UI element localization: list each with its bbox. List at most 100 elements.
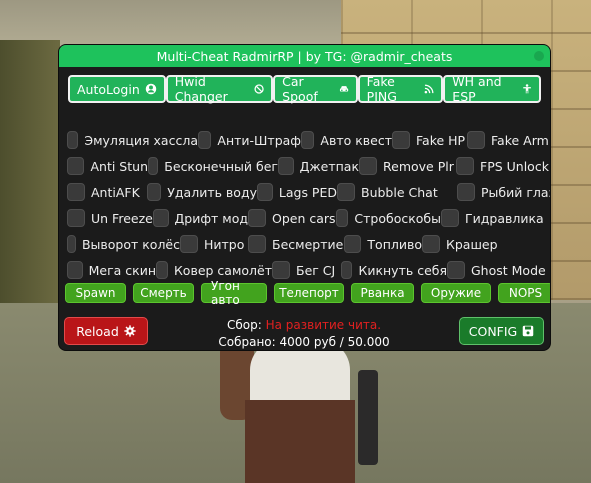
option-label: Бесконечный бег	[164, 158, 278, 174]
checkbox[interactable]	[153, 209, 169, 227]
nops-button[interactable]: NOPS	[498, 283, 550, 303]
checkbox[interactable]	[344, 235, 362, 253]
tab-wh-esp[interactable]: WH and ESP	[443, 74, 541, 104]
checkbox[interactable]	[198, 131, 212, 149]
user-circle-icon	[145, 83, 156, 95]
checkbox[interactable]	[341, 261, 353, 279]
options-row: AntiAFK Удалить воду Lags PED Bubble Cha…	[67, 183, 550, 201]
checkbox[interactable]	[447, 261, 465, 279]
checkbox[interactable]	[278, 157, 294, 175]
window-close-dot[interactable]	[534, 51, 544, 61]
checkbox[interactable]	[441, 209, 459, 227]
donation-goal: На развитие чита.	[265, 318, 382, 332]
checkbox[interactable]	[67, 261, 83, 279]
option-label: Нитро	[204, 236, 245, 252]
option-label: Эмуляция хассла	[84, 132, 198, 148]
teleport-button[interactable]: Телепорт	[274, 283, 344, 303]
option-auto-quest[interactable]: Авто квест	[301, 131, 392, 149]
character-pants	[245, 400, 355, 483]
option-label: Bubble Chat	[361, 184, 438, 200]
tab-hwid-changer[interactable]: Hwid Changer	[165, 74, 274, 104]
donation-collected: Собрано: 4000 руб / 50.000 руб	[218, 335, 390, 349]
options-row: Выворот колёс Нитро Бесмертие Топливо Кр…	[67, 235, 498, 253]
option-anti-fine[interactable]: Анти-Штраф	[198, 131, 301, 149]
death-button[interactable]: Смерть	[133, 283, 194, 303]
option-ghost-mode[interactable]: Ghost Mode	[447, 261, 546, 279]
checkbox[interactable]	[422, 235, 440, 253]
checkbox[interactable]	[67, 131, 79, 149]
option-cj-run[interactable]: Бег CJ	[272, 261, 341, 279]
window-title: Multi-Cheat RadmirRP | by TG: @radmir_ch…	[156, 48, 453, 64]
tab-car-spoof[interactable]: Car Spoof	[273, 74, 358, 104]
option-fisheye[interactable]: Рыбий глаз	[457, 183, 550, 201]
config-button[interactable]: CONFIG	[459, 317, 544, 345]
yank-button[interactable]: Рванка	[351, 283, 414, 303]
option-label: Анти-Штраф	[217, 132, 301, 148]
option-label: FPS Unlock	[480, 158, 549, 174]
checkbox[interactable]	[392, 131, 410, 149]
option-fake-arm[interactable]: Fake Arm	[467, 131, 549, 149]
option-fake-hp[interactable]: Fake HP	[392, 131, 467, 149]
option-label: Fake HP	[416, 132, 466, 148]
checkbox[interactable]	[67, 209, 85, 227]
option-crasher[interactable]: Крашер	[422, 235, 498, 253]
checkbox[interactable]	[301, 131, 315, 149]
option-strobes[interactable]: Стробоскобы	[336, 209, 441, 227]
checkbox[interactable]	[180, 235, 198, 253]
option-bubble-chat[interactable]: Bubble Chat	[337, 183, 457, 201]
option-label: Дрифт мод	[174, 210, 249, 226]
checkbox[interactable]	[156, 261, 168, 279]
option-nitro[interactable]: Нитро	[180, 235, 248, 253]
option-fps-unlock[interactable]: FPS Unlock	[456, 157, 549, 175]
option-wheel-twist[interactable]: Выворот колёс	[67, 235, 180, 253]
option-lags-ped[interactable]: Lags PED	[257, 183, 337, 201]
option-open-cars[interactable]: Open cars	[248, 209, 336, 227]
spawn-button[interactable]: Spawn	[65, 283, 126, 303]
option-mega-skin[interactable]: Мега скин	[67, 261, 156, 279]
checkbox[interactable]	[337, 183, 355, 201]
donation-info: Сбор: На развитие чита. Собрано: 4000 ру…	[209, 317, 399, 350]
option-un-freeze[interactable]: Un Freeze	[67, 209, 153, 227]
option-remove-water[interactable]: Удалить воду	[147, 183, 257, 201]
checkbox[interactable]	[467, 131, 485, 149]
option-label: Remove Plr	[383, 158, 454, 174]
option-jetpack[interactable]: Джетпак	[278, 157, 359, 175]
option-fuel[interactable]: Топливо	[344, 235, 422, 253]
tab-label: WH and ESP	[452, 74, 502, 104]
option-hassle-emulation[interactable]: Эмуляция хассла	[67, 131, 198, 149]
option-remove-plr[interactable]: Remove Plr	[359, 157, 456, 175]
option-anti-afk[interactable]: AntiAFK	[67, 183, 147, 201]
checkbox[interactable]	[336, 209, 349, 227]
option-label: Lags PED	[278, 184, 337, 200]
tab-fake-ping[interactable]: Fake PING	[357, 74, 444, 104]
checkbox[interactable]	[67, 183, 85, 201]
checkbox[interactable]	[248, 209, 266, 227]
car-steal-button[interactable]: Угон авто	[201, 279, 267, 307]
tab-label: AutoLogin	[77, 81, 140, 97]
checkbox[interactable]	[147, 183, 162, 201]
option-drift-mode[interactable]: Дрифт мод	[153, 209, 248, 227]
option-label: Ковер самолёт	[173, 262, 272, 278]
checkbox[interactable]	[257, 183, 273, 201]
checkbox[interactable]	[67, 157, 85, 175]
reload-button[interactable]: Reload	[64, 317, 148, 345]
option-flying-carpet[interactable]: Ковер самолёт	[156, 261, 272, 279]
option-infinite-run[interactable]: Бесконечный бег	[148, 157, 278, 175]
tab-label: Car Spoof	[282, 74, 318, 104]
checkbox[interactable]	[67, 235, 76, 253]
option-hydraulics[interactable]: Гидравлика	[441, 209, 544, 227]
checkbox[interactable]	[359, 157, 377, 175]
tab-autologin[interactable]: AutoLogin	[68, 75, 166, 103]
checkbox[interactable]	[272, 261, 290, 279]
checkbox[interactable]	[456, 157, 474, 175]
option-anti-stun[interactable]: Anti Stun	[67, 157, 148, 175]
option-kick-self[interactable]: Кикнуть себя	[341, 261, 447, 279]
player-character	[220, 340, 380, 483]
checkbox[interactable]	[248, 235, 266, 253]
window-titlebar[interactable]: Multi-Cheat RadmirRP | by TG: @radmir_ch…	[59, 45, 550, 67]
checkbox[interactable]	[148, 157, 159, 175]
weapon-button[interactable]: Оружие	[421, 283, 491, 303]
option-label: Стробоскобы	[354, 210, 441, 226]
checkbox[interactable]	[457, 183, 475, 201]
option-immortality[interactable]: Бесмертие	[248, 235, 344, 253]
